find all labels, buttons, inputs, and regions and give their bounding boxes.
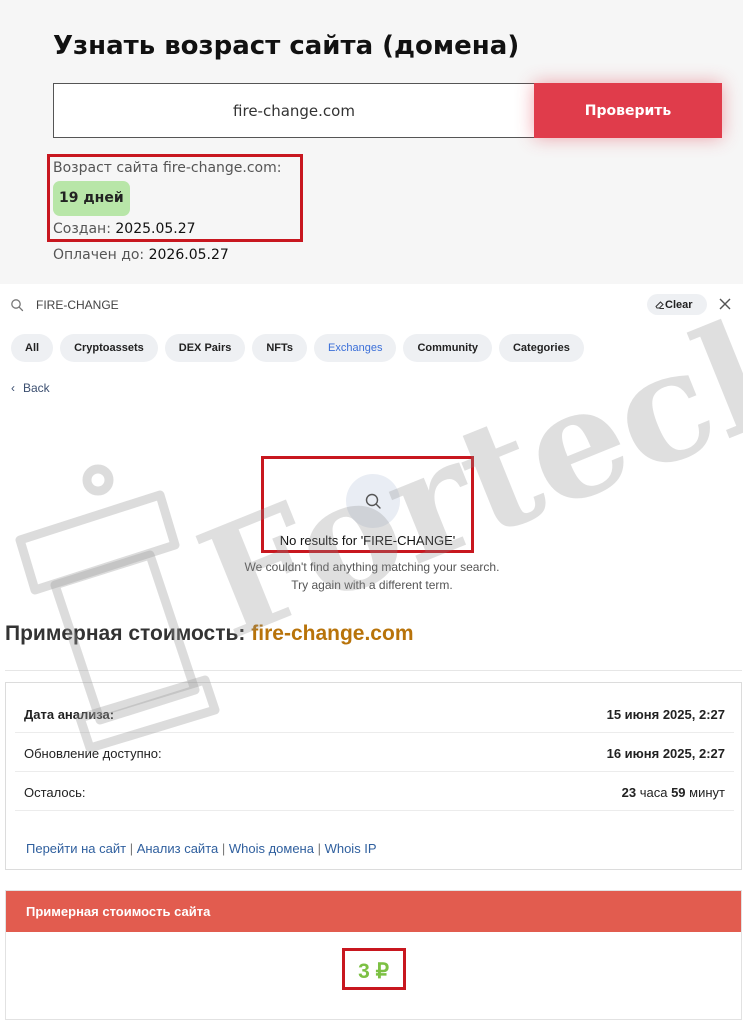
price-header-title: Примерная стоимость сайта <box>26 904 211 919</box>
remaining-value: 23 часа 59 минут <box>622 785 725 800</box>
no-results-message: We couldn't find anything matching your … <box>244 560 500 574</box>
paid-label: Оплачен до: <box>53 247 145 263</box>
age-highlight-box <box>47 154 303 242</box>
page-title: Узнать возраст сайта (домена) <box>53 31 520 61</box>
tab-all[interactable]: All <box>11 334 54 362</box>
price-header: Примерная стоимость сайта <box>6 891 741 932</box>
tab-dex-pairs[interactable]: DEX Pairs <box>164 334 246 362</box>
check-button[interactable]: Проверить <box>534 83 722 138</box>
analysis-date-label: Дата анализа: <box>24 707 115 722</box>
tab-nfts[interactable]: NFTs <box>252 334 308 362</box>
domain-input[interactable] <box>53 83 535 138</box>
update-row: Обновление доступно: 16 июня 2025, 2:27 <box>15 734 734 772</box>
tab-exchanges[interactable]: Exchanges <box>314 334 397 362</box>
tab-cryptoassets[interactable]: Cryptoassets <box>60 334 158 362</box>
eraser-icon <box>655 301 664 309</box>
visit-site-link[interactable]: Перейти на сайт <box>26 841 126 856</box>
site-analysis-link[interactable]: Анализ сайта <box>137 841 219 856</box>
close-icon[interactable] <box>716 295 734 313</box>
value-title: Примерная стоимость: fire-change.com <box>5 622 414 646</box>
tab-categories[interactable]: Categories <box>498 334 584 362</box>
back-label: Back <box>23 381 50 395</box>
update-label: Обновление доступно: <box>24 746 162 761</box>
remaining-row: Осталось: 23 часа 59 минут <box>15 773 734 811</box>
filter-tabs: All Cryptoassets DEX Pairs NFTs Exchange… <box>11 334 584 362</box>
update-value: 16 июня 2025, 2:27 <box>606 746 725 761</box>
back-link[interactable]: ‹ Back <box>11 381 50 395</box>
remaining-hours-unit: часа <box>639 785 668 800</box>
price-highlight-box <box>342 948 406 990</box>
divider <box>5 670 742 671</box>
search-icon <box>11 299 24 312</box>
whois-domain-link[interactable]: Whois домена <box>229 841 314 856</box>
paid-line: Оплачен до: 2026.05.27 <box>53 247 229 263</box>
value-title-domain: fire-change.com <box>251 622 414 645</box>
remaining-hours: 23 <box>621 785 637 800</box>
paid-value: 2026.05.27 <box>148 247 229 263</box>
remaining-label: Осталось: <box>24 785 86 800</box>
no-results-hint: Try again with a different term. <box>291 578 453 592</box>
clear-button[interactable]: Clear <box>647 294 707 315</box>
analysis-date-value: 15 июня 2025, 2:27 <box>606 707 725 722</box>
domain-age-section: Узнать возраст сайта (домена) Проверить … <box>0 0 743 284</box>
tab-community[interactable]: Community <box>403 334 492 362</box>
chevron-left-icon: ‹ <box>11 381 15 395</box>
no-results-highlight-box <box>261 456 474 553</box>
clear-label: Clear <box>665 298 693 311</box>
whois-ip-link[interactable]: Whois IP <box>325 841 377 856</box>
remaining-minutes: 59 <box>671 785 686 800</box>
value-title-prefix: Примерная стоимость: <box>5 622 246 645</box>
search-query[interactable]: FIRE-CHANGE <box>36 298 119 312</box>
analysis-info-card: Дата анализа: 15 июня 2025, 2:27 Обновле… <box>5 682 742 870</box>
analysis-date-row: Дата анализа: 15 июня 2025, 2:27 <box>15 695 734 733</box>
site-links: Перейти на сайт | Анализ сайта | Whois д… <box>26 841 377 856</box>
site-value-section: Примерная стоимость: fire-change.com Дат… <box>0 602 743 1024</box>
remaining-minutes-unit: минут <box>689 785 725 800</box>
search-results-section: FIRE-CHANGE Clear All Cryptoassets DEX P… <box>0 284 743 602</box>
